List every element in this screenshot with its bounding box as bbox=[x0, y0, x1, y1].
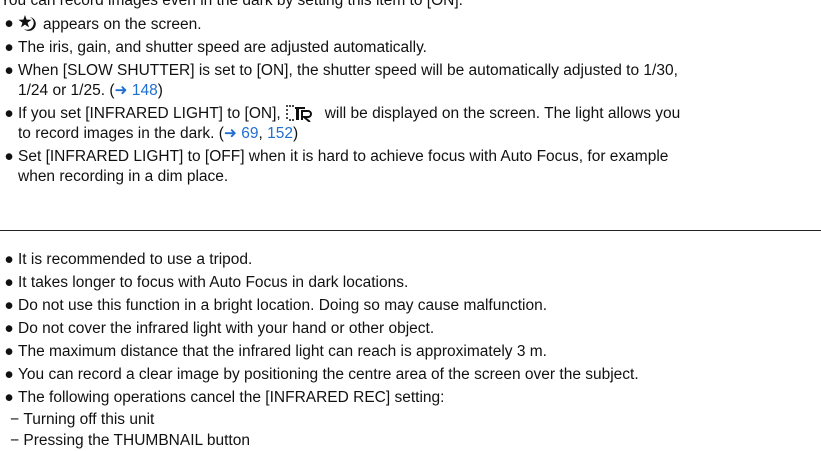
bullet: ● bbox=[4, 343, 14, 360]
bullet: ● bbox=[4, 389, 14, 406]
list-item-continuation: when recording in a dim place. bbox=[18, 168, 229, 185]
bullet: ● bbox=[4, 297, 14, 314]
list-item-continuation: 1/24 or 1/25. (➜ 148) bbox=[18, 82, 163, 99]
manual-page: You can record images even in the dark b… bbox=[0, 0, 821, 449]
bullet: ● bbox=[4, 148, 14, 165]
bullet: ● bbox=[4, 251, 14, 268]
bullet: ● bbox=[4, 274, 14, 291]
sub-item: − Pressing the THUMBNAIL button bbox=[10, 432, 250, 449]
bullet: ● bbox=[4, 39, 14, 56]
dash: − bbox=[10, 411, 20, 428]
item-text: When [SLOW SHUTTER] is set to [ON], the … bbox=[18, 62, 678, 79]
arrow-icon: ➜ bbox=[223, 125, 237, 142]
item-text: appears on the screen. bbox=[43, 16, 202, 33]
section-divider bbox=[0, 230, 821, 231]
intro-line: You can record images even in the dark b… bbox=[0, 0, 463, 11]
list-item-continuation: to record images in the dark. (➜ 69, 152… bbox=[18, 125, 299, 142]
page-link-152[interactable]: 152 bbox=[267, 125, 293, 142]
dash: − bbox=[10, 432, 20, 449]
infrared-ir-icon bbox=[285, 105, 312, 122]
intro-text: You can record images even in the dark b… bbox=[0, 0, 463, 9]
sub-item: − Turning off this unit bbox=[10, 411, 155, 428]
item-text: The iris, gain, and shutter speed are ad… bbox=[18, 39, 427, 56]
arrow-icon: ➜ bbox=[114, 82, 128, 99]
bullet: ● bbox=[4, 105, 14, 122]
page-link-69[interactable]: 69 bbox=[241, 125, 258, 142]
bullet: ● bbox=[4, 62, 14, 79]
page-link-148[interactable]: 148 bbox=[132, 82, 158, 99]
bullet: ● bbox=[4, 366, 14, 383]
item-text: Set [INFRARED LIGHT] to [OFF] when it is… bbox=[18, 148, 669, 165]
night-mode-icon bbox=[18, 15, 36, 31]
bullet: ● bbox=[4, 320, 14, 337]
bullet: ● bbox=[4, 15, 14, 32]
